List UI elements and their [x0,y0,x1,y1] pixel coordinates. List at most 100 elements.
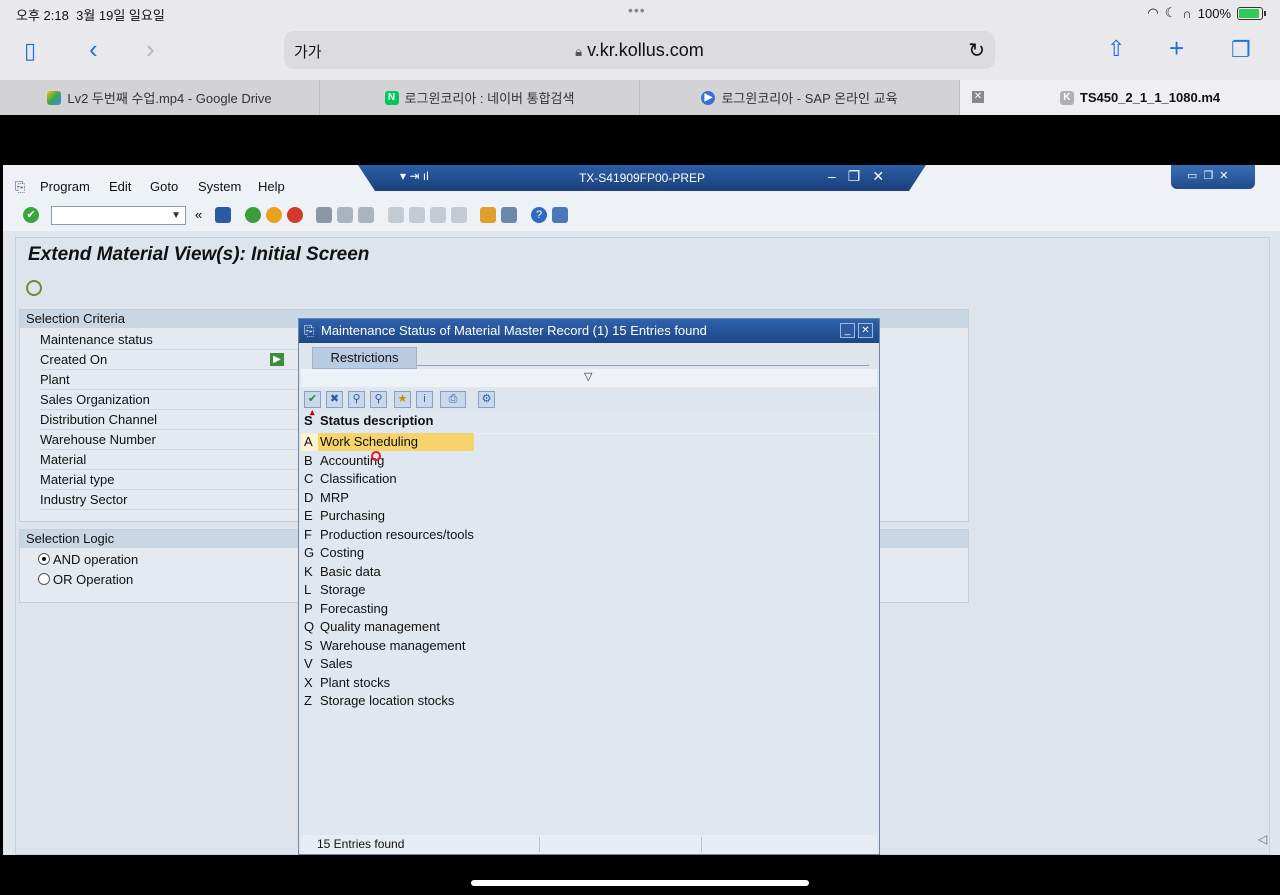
multitask-dots-icon[interactable]: ••• [628,2,646,18]
field-material: Material [40,450,308,470]
menu-program[interactable]: Program [40,179,90,194]
column-status[interactable]: S [304,413,313,428]
print-icon[interactable]: ⎙ [440,391,466,408]
list-item[interactable]: E Purchasing [301,507,474,525]
scroll-right-icon[interactable]: ◁ [1258,832,1267,846]
last-page-icon[interactable] [451,207,467,223]
field-created-on: Created On ▶ [40,350,308,370]
first-page-icon[interactable] [388,207,404,223]
sap-menu-icon[interactable]: ⎘ [15,179,25,195]
f4-help-dialog: ⎘ Maintenance Status of Material Master … [298,318,880,855]
field-plant: Plant [40,370,308,390]
dialog-menu-icon[interactable]: ⎘ [304,319,314,343]
list-item[interactable]: F Production resources/tools [301,525,474,544]
home-indicator[interactable] [471,880,809,886]
column-status-description[interactable]: Status description [320,413,433,428]
tab-sap-course[interactable]: ▶ 로그윈코리아 - SAP 온라인 교육 [640,80,960,115]
tab-video-active[interactable]: ✕ K TS450_2_1_1_1080.m4 [960,80,1280,115]
back-icon[interactable] [245,207,261,223]
list-item[interactable]: P Forecasting [301,599,474,618]
list-item[interactable]: V Sales [301,655,474,673]
dialog-status-bar: 15 Entries found [301,835,877,854]
tab-divider [417,365,869,366]
menu-edit[interactable]: Edit [109,179,131,194]
k-icon: K [1059,90,1074,105]
new-session-icon[interactable] [480,207,496,223]
find-icon[interactable] [337,207,353,223]
share-icon[interactable]: ⇧ [1107,36,1125,62]
list-item[interactable]: B Accounting [301,451,474,470]
multiple-selection-icon[interactable]: ▶ [270,353,284,366]
minimize-icon[interactable]: _ [840,323,855,338]
moon-icon: ☾ [1164,5,1177,20]
sidebar-icon[interactable]: ▯ [24,38,36,64]
entries-found-text: 15 Entries found [317,837,405,851]
list-item[interactable]: C Classification [301,470,474,488]
window-controls[interactable]: –❐✕ [828,168,896,185]
list-item[interactable]: Q Quality management [301,618,474,636]
shortcut-icon[interactable] [501,207,517,223]
sap-title-bar: ▾ ⇥ ıl TX-S41909FP00-PREP –❐✕ [358,165,926,191]
customize-layout-icon[interactable] [552,207,568,223]
settings-icon[interactable]: ⚙ [478,391,495,408]
safari-toolbar: ▯ ‹ › 가가 🔒︎ v.kr.kollus.com ↻ ⇧ + ❐ [0,26,1280,80]
dialog-toolbar: ✔ ✖ ⚲ ⚲ ★ i ⎙ ⚙ [301,389,877,411]
personal-list-icon[interactable]: ★ [394,391,411,408]
menu-help[interactable]: Help [258,179,285,194]
forward-icon[interactable]: › [146,36,155,62]
or-operation-radio[interactable]: OR Operation [38,572,133,587]
back-icon[interactable]: ‹ [89,36,98,62]
copy-icon[interactable]: ✔ [304,391,321,408]
value-list: ▴ S Status description A Work Scheduling … [301,407,877,833]
radio-unselected-icon[interactable] [38,573,50,585]
cancel-icon[interactable] [287,207,303,223]
list-item[interactable]: S Warehouse management [301,636,474,655]
list-item[interactable]: K Basic data [301,562,474,581]
field-industry-sector: Industry Sector [40,490,308,510]
find-next-icon[interactable]: ⚲ [370,391,387,408]
enter-icon[interactable]: ✔ [23,207,39,223]
cancel-icon[interactable]: ✖ [326,391,343,408]
list-header: ▴ S Status description [301,407,474,429]
list-item[interactable]: X Plant stocks [301,673,474,692]
collapse-icon[interactable]: « [195,207,211,223]
execute-icon[interactable] [26,280,42,296]
click-cursor-icon [371,451,381,461]
save-icon[interactable] [215,207,231,223]
list-item[interactable]: G Costing [301,544,474,562]
find-icon[interactable]: ⚲ [348,391,365,408]
expand-restrictions-icon[interactable]: ▽ [584,370,592,383]
menu-system[interactable]: System [198,179,241,194]
command-field[interactable]: ▼ [51,206,186,225]
next-page-icon[interactable] [430,207,446,223]
battery-icon [1237,6,1263,20]
address-bar[interactable]: 가가 🔒︎ v.kr.kollus.com ↻ [284,31,995,69]
close-tab-icon[interactable]: ✕ [972,91,984,103]
wifi-icon: ◠ [1147,5,1159,20]
list-item[interactable]: L Storage [301,581,474,599]
status-indicators: ◠ ☾ ∩ 100% [1147,5,1266,21]
tab-restrictions[interactable]: Restrictions [312,347,417,369]
new-tab-icon[interactable]: + [1169,35,1184,61]
tabs-overview-icon[interactable]: ❐ [1231,37,1251,63]
dialog-title: Maintenance Status of Material Master Re… [321,323,707,338]
previous-page-icon[interactable] [409,207,425,223]
menu-goto[interactable]: Goto [150,179,178,194]
info-icon[interactable]: i [416,391,433,408]
list-item[interactable]: D MRP [301,488,474,507]
tab-naver[interactable]: N 로그윈코리아 : 네이버 통합검색 [320,80,640,115]
find-next-icon[interactable] [358,207,374,223]
and-operation-radio[interactable]: AND operation [38,552,138,567]
list-item[interactable]: A Work Scheduling [301,433,474,451]
close-icon[interactable]: ✕ [858,323,873,338]
reload-icon[interactable]: ↻ [968,38,985,63]
print-icon[interactable] [316,207,332,223]
radio-selected-icon[interactable] [38,553,50,565]
exit-icon[interactable] [266,207,282,223]
window-corner-controls[interactable]: ▭❐✕ [1171,165,1255,189]
field-distribution-channel: Distribution Channel [40,410,308,430]
tab-google-drive[interactable]: Lv2 두번째 수업.mp4 - Google Drive [0,80,320,115]
help-icon[interactable]: ? [531,207,547,223]
chevron-down-icon[interactable]: ▼ [171,210,181,221]
list-item[interactable]: Z Storage location stocks [301,692,474,710]
